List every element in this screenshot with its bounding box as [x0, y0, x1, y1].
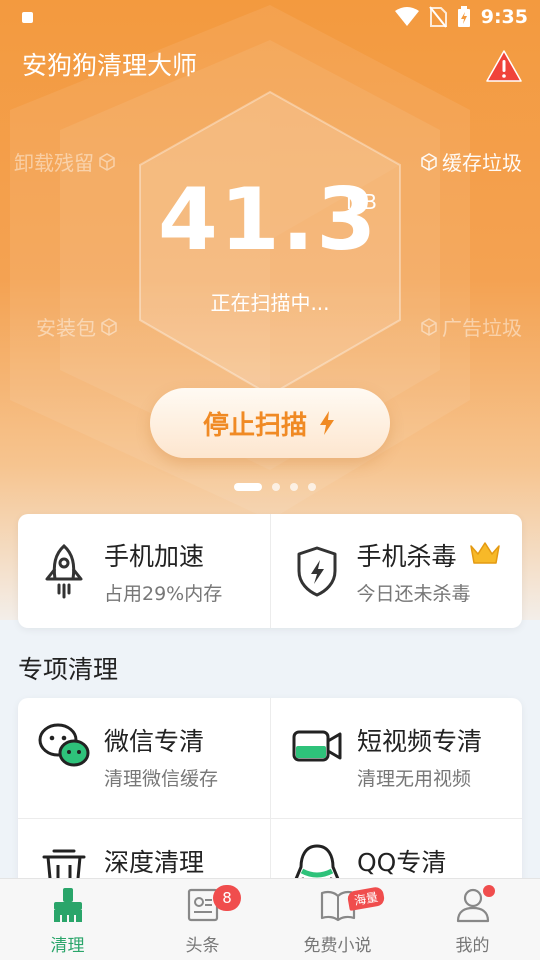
phone-boost-item[interactable]: 手机加速 占用29%内存	[18, 514, 270, 628]
category-cache-junk: 缓存垃圾	[420, 147, 522, 176]
rocket-icon	[45, 543, 83, 599]
category-apk: 安装包	[36, 312, 118, 341]
stop-scan-label: 停止扫描	[202, 410, 307, 441]
cube-icon	[421, 152, 437, 171]
no-sim-icon	[428, 6, 447, 28]
phone-boost-title: 手机加速	[104, 541, 205, 571]
special-clean-title: 专项清理	[18, 655, 119, 684]
lightning-icon	[320, 411, 334, 435]
wechat-clean-title: 微信专清	[104, 727, 205, 756]
category-uninstall-residue: 卸载残留	[14, 147, 116, 176]
cube-icon	[101, 317, 117, 336]
page-dot	[234, 483, 262, 491]
antivirus-title: 手机杀毒	[356, 541, 457, 571]
wechat-icon	[38, 723, 90, 767]
page-indicator	[234, 483, 316, 491]
short-video-clean-item[interactable]: 短视频专清 清理无用视频	[270, 698, 522, 818]
tab-mine-label: 我的	[455, 936, 490, 956]
phone-boost-subtitle: 占用29%内存	[104, 582, 223, 605]
status-time: 9:35	[480, 6, 528, 28]
short-video-clean-subtitle: 清理无用视频	[357, 768, 472, 790]
tab-headlines[interactable]: 头条 8	[135, 879, 270, 960]
bottom-tab-bar: 清理 头条 8 免费小说 海量 我的	[0, 878, 540, 960]
scan-size-unit: MB	[346, 190, 377, 214]
tab-free-novels-label: 免费小说	[303, 936, 372, 956]
stop-scan-button[interactable]: 停止扫描	[150, 388, 390, 458]
tab-free-novels[interactable]: 免费小说 海量	[270, 879, 405, 960]
notification-dot	[483, 885, 495, 897]
quick-actions-card: 手机加速 占用29%内存 手机杀毒 今日还未杀毒	[18, 514, 522, 628]
cube-icon	[421, 317, 437, 336]
warning-icon[interactable]	[486, 50, 522, 82]
unread-badge: 8	[213, 885, 241, 911]
wechat-clean-subtitle: 清理微信缓存	[104, 768, 219, 790]
tab-mine[interactable]: 我的	[405, 879, 540, 960]
scan-size-value: 41.3	[158, 170, 379, 270]
page-dot	[290, 483, 298, 491]
app-title: 安狗狗清理大师	[22, 51, 198, 80]
notification-icon	[22, 12, 33, 23]
status-bar: 9:35	[0, 0, 540, 36]
page-dot	[308, 483, 316, 491]
tab-clean[interactable]: 清理	[0, 879, 135, 960]
tab-headlines-label: 头条	[185, 936, 220, 956]
category-ad-junk: 广告垃圾	[420, 312, 522, 341]
antivirus-subtitle: 今日还未杀毒	[356, 582, 471, 605]
qq-clean-title: QQ专清	[357, 848, 447, 877]
deep-clean-title: 深度清理	[104, 848, 205, 877]
cube-icon	[99, 152, 115, 171]
tab-clean-label: 清理	[50, 936, 85, 956]
short-video-clean-title: 短视频专清	[357, 727, 483, 756]
antivirus-item[interactable]: 手机杀毒 今日还未杀毒	[269, 514, 523, 628]
wechat-clean-item[interactable]: 微信专清 清理微信缓存	[18, 698, 270, 818]
video-camera-icon	[292, 730, 342, 762]
crown-icon	[469, 542, 500, 564]
page-dot	[272, 483, 280, 491]
shield-bolt-icon	[297, 546, 336, 597]
scan-status-text: 正在扫描中...	[210, 291, 330, 315]
broom-icon	[53, 888, 82, 922]
wifi-icon	[394, 7, 419, 26]
battery-charging-icon	[457, 6, 470, 27]
